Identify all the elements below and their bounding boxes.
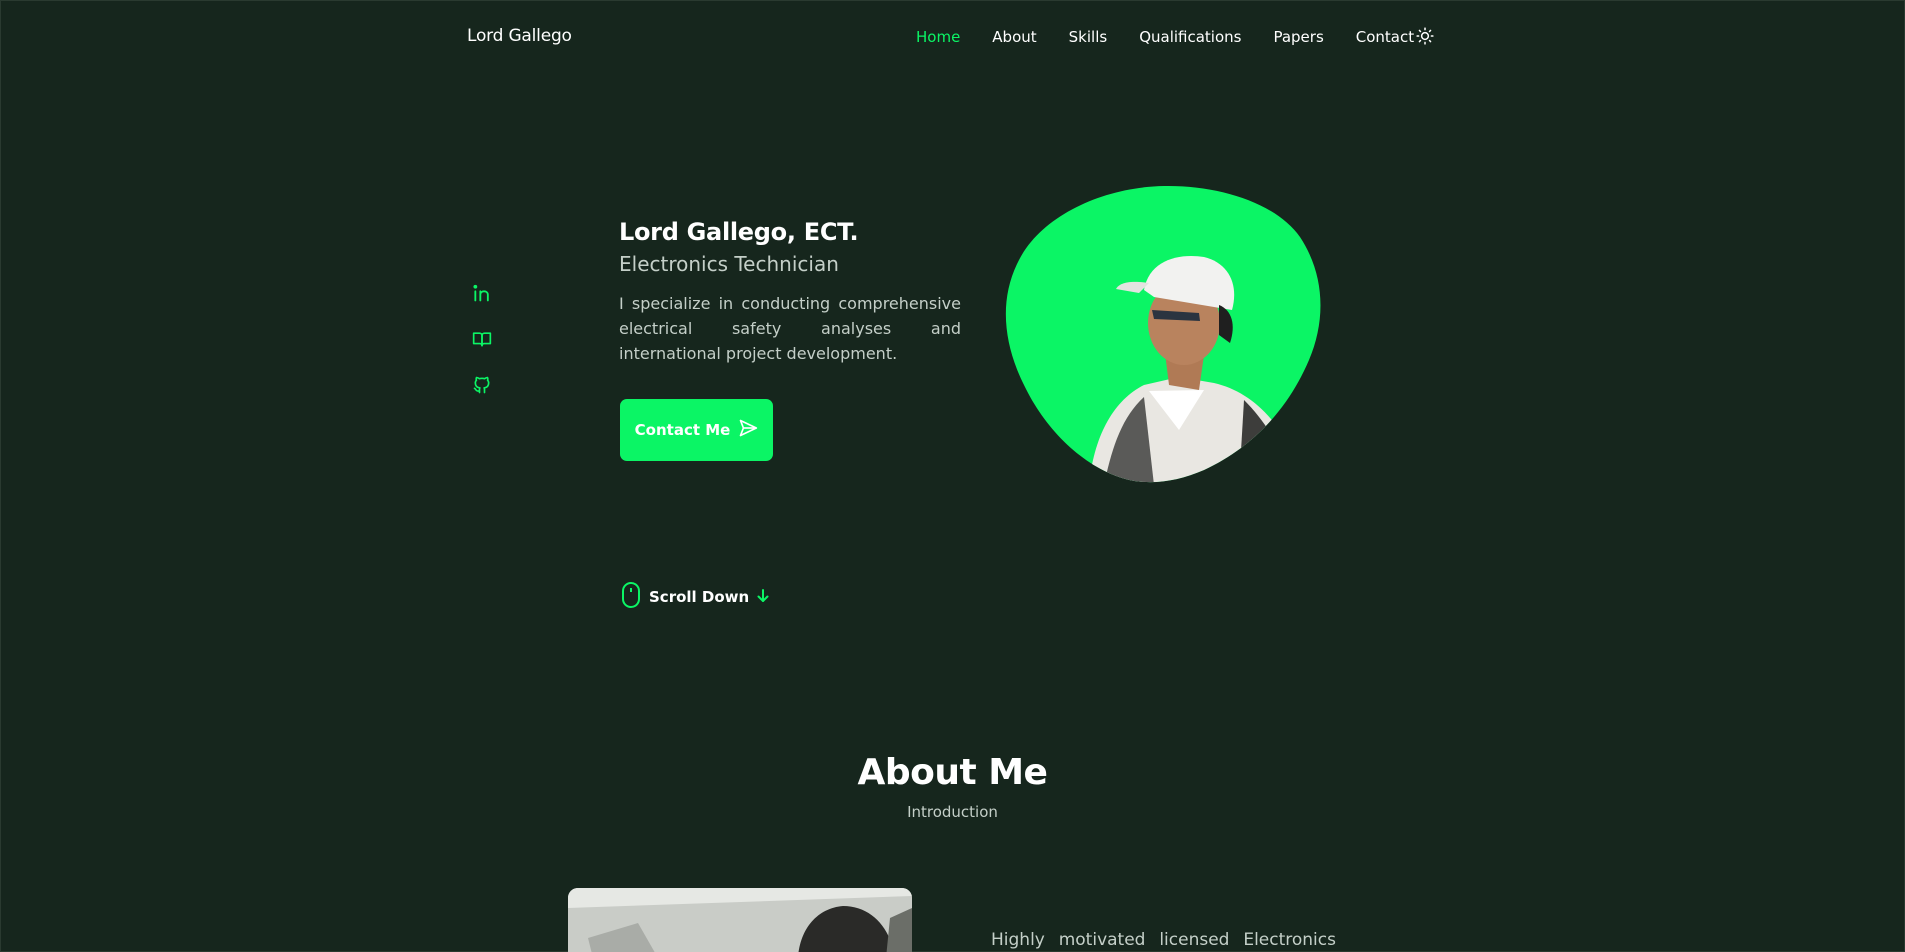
about-subtitle: Introduction [907, 803, 998, 821]
contact-me-button[interactable]: Contact Me [620, 399, 773, 461]
about-photo [568, 888, 912, 952]
send-icon [738, 418, 758, 442]
hero-name: Lord Gallego, ECT. [619, 218, 859, 246]
nav-skills[interactable]: Skills [1069, 28, 1108, 46]
linkedin-icon[interactable] [472, 283, 492, 303]
nav-home[interactable]: Home [916, 28, 960, 46]
social-links [472, 283, 492, 421]
profile-photo-blob [1004, 185, 1324, 483]
main-nav: Home About Skills Qualifications Papers … [916, 28, 1446, 46]
hero-role: Electronics Technician [619, 252, 839, 276]
about-title: About Me [857, 752, 1048, 793]
about-text-word: Electronics [1243, 930, 1336, 950]
mouse-icon [621, 581, 641, 613]
hero-description: I specialize in conducting comprehensive… [619, 294, 961, 363]
nav-qualifications[interactable]: Qualifications [1139, 28, 1241, 46]
github-icon[interactable] [472, 375, 492, 395]
about-text-word: Highly [991, 930, 1045, 950]
nav-contact[interactable]: Contact [1356, 28, 1414, 46]
about-text-word: motivated [1058, 930, 1146, 950]
contact-me-label: Contact Me [634, 421, 731, 439]
site-logo[interactable]: Lord Gallego [467, 26, 572, 46]
nav-papers[interactable]: Papers [1273, 28, 1323, 46]
nav-about[interactable]: About [992, 28, 1036, 46]
scroll-down-label: Scroll Down [649, 588, 750, 606]
about-text-word: licensed [1159, 930, 1230, 950]
book-open-icon[interactable] [472, 329, 492, 349]
site-header: Lord Gallego Home About Skills Qualifica… [0, 0, 1905, 74]
arrow-down-icon [757, 588, 769, 607]
sun-icon[interactable] [1415, 26, 1435, 46]
scroll-down-link[interactable]: Scroll Down [621, 581, 769, 613]
about-text: Highly motivated licensed Electronics [991, 930, 1336, 950]
